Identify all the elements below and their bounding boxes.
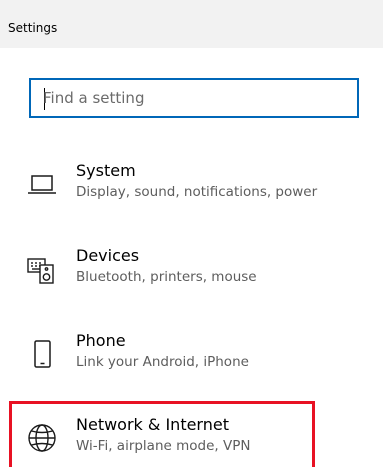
- search-box[interactable]: [29, 78, 359, 118]
- window-title: Settings: [8, 21, 58, 35]
- category-label: Network & Internet: [76, 415, 229, 434]
- globe-icon: [26, 422, 58, 454]
- category-devices[interactable]: Devices Bluetooth, printers, mouse: [18, 243, 363, 295]
- category-description: Bluetooth, printers, mouse: [76, 269, 257, 285]
- phone-icon: [26, 338, 58, 370]
- category-network-internet[interactable]: Network & Internet Wi-Fi, airplane mode,…: [18, 412, 363, 464]
- search-input[interactable]: [43, 80, 333, 116]
- category-label: Phone: [76, 331, 126, 350]
- category-phone[interactable]: Phone Link your Android, iPhone: [18, 328, 363, 380]
- laptop-icon: [26, 168, 58, 200]
- title-bar: Settings: [0, 0, 383, 48]
- category-system[interactable]: System Display, sound, notifications, po…: [18, 158, 363, 210]
- category-description: Display, sound, notifications, power: [76, 184, 318, 200]
- keyboard-speaker-icon: [26, 253, 58, 285]
- category-description: Wi-Fi, airplane mode, VPN: [76, 438, 251, 454]
- category-label: Devices: [76, 246, 140, 265]
- category-label: System: [76, 161, 136, 180]
- category-description: Link your Android, iPhone: [76, 354, 249, 370]
